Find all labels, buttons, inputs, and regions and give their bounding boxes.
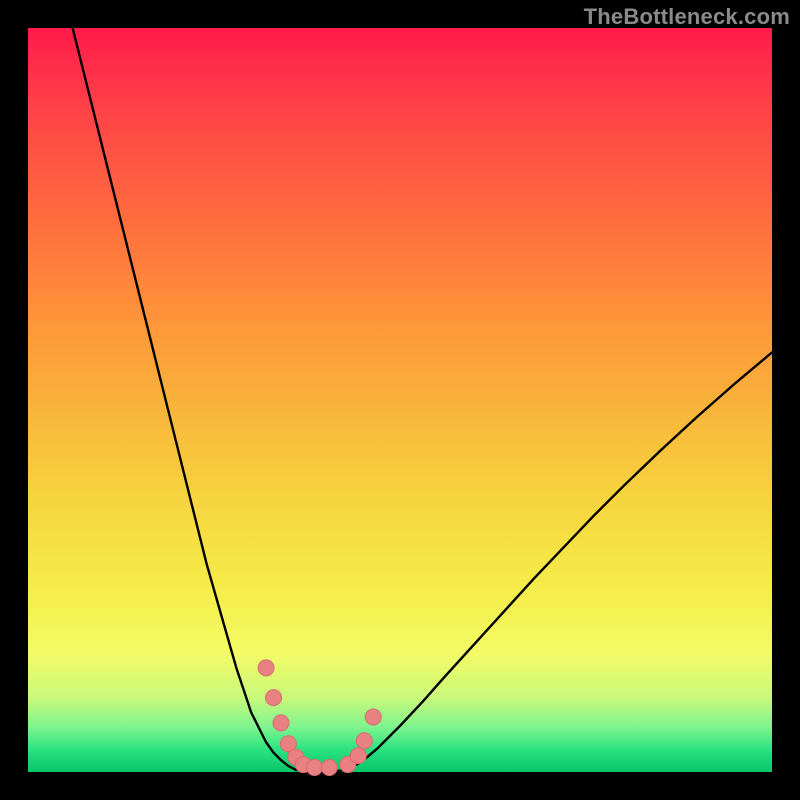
- bottleneck-curve: [73, 28, 772, 771]
- marker-dot: [321, 760, 337, 776]
- marker-dot: [273, 715, 289, 731]
- marker-group: [258, 660, 381, 776]
- marker-dot: [306, 760, 322, 776]
- marker-dot: [266, 690, 282, 706]
- marker-dot: [365, 709, 381, 725]
- marker-dot: [350, 748, 366, 764]
- curve-layer: [28, 28, 772, 772]
- marker-dot: [356, 733, 372, 749]
- chart-frame: [28, 28, 772, 772]
- watermark-text: TheBottleneck.com: [584, 4, 790, 30]
- marker-dot: [258, 660, 274, 676]
